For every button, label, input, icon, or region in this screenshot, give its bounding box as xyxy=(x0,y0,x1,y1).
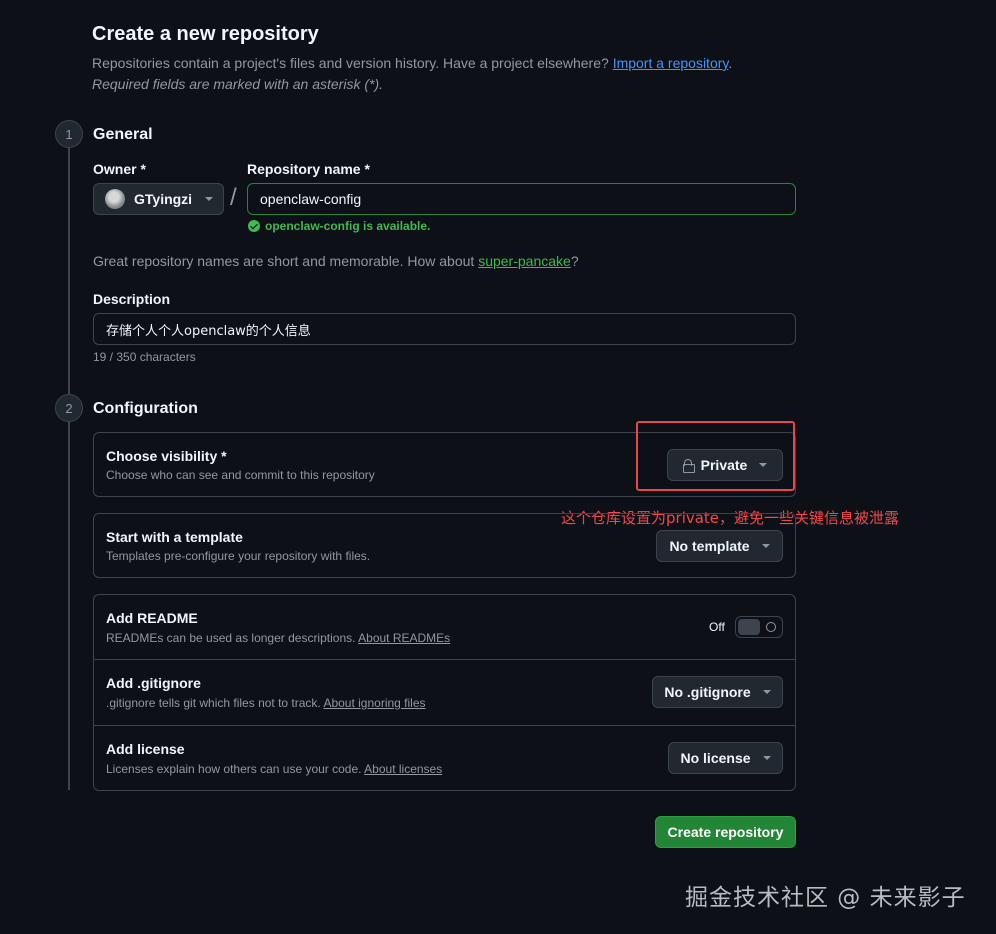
readme-desc-text: READMEs can be used as longer descriptio… xyxy=(106,631,356,645)
license-title: Add license xyxy=(106,741,185,757)
availability-text: openclaw-config is available. xyxy=(265,219,431,233)
readme-title: Add README xyxy=(106,610,198,626)
options-card: Add README READMEs can be used as longer… xyxy=(93,594,796,791)
repo-name-label: Repository name * xyxy=(247,161,370,177)
section-configuration-title: Configuration xyxy=(93,400,198,417)
intro-text: Repositories contain a project's files a… xyxy=(92,53,812,73)
hint-text: Great repository names are short and mem… xyxy=(93,253,475,269)
template-select[interactable]: No template xyxy=(656,530,783,562)
template-value: No template xyxy=(669,538,750,554)
chevron-down-icon xyxy=(762,756,771,760)
license-value: No license xyxy=(680,750,751,766)
template-title: Start with a template xyxy=(106,529,243,545)
license-desc: Licenses explain how others can use your… xyxy=(106,762,442,776)
about-readmes-link[interactable]: About READMEs xyxy=(358,631,450,645)
page-header: Create a new repository Repositories con… xyxy=(92,22,812,94)
hint-end: ? xyxy=(570,253,579,269)
watermark: 掘金技术社区 @ 未来影子 xyxy=(685,885,966,911)
toggle-knob xyxy=(738,619,760,635)
gitignore-desc-text: .gitignore tells git which files not to … xyxy=(106,696,321,710)
readme-toggle[interactable] xyxy=(735,616,783,638)
repo-name-value: openclaw-config xyxy=(260,191,362,207)
description-input[interactable]: 存储个人个人openclaw的个人信息 xyxy=(93,313,796,345)
intro-sentence: Repositories contain a project's files a… xyxy=(92,55,609,71)
visibility-title: Choose visibility * xyxy=(106,448,227,464)
gitignore-desc: .gitignore tells git which files not to … xyxy=(106,696,426,710)
template-card: Start with a template Templates pre-conf… xyxy=(93,513,796,578)
visibility-desc: Choose who can see and commit to this re… xyxy=(106,468,375,482)
owner-value: GTyingzi xyxy=(134,191,193,207)
toggle-off-icon xyxy=(766,622,776,632)
gitignore-select[interactable]: No .gitignore xyxy=(652,676,783,708)
create-repository-button[interactable]: Create repository xyxy=(655,816,796,848)
owner-select[interactable]: GTyingzi xyxy=(93,183,224,215)
suggestion-link[interactable]: super-pancake xyxy=(478,253,571,269)
repo-name-input[interactable]: openclaw-config xyxy=(247,183,796,215)
readme-toggle-label: Off xyxy=(709,620,725,634)
step-rail xyxy=(68,134,70,790)
name-suggestion-hint: Great repository names are short and mem… xyxy=(93,253,579,269)
owner-label: Owner * xyxy=(93,161,146,177)
page-title: Create a new repository xyxy=(92,23,319,45)
description-label: Description xyxy=(93,291,171,307)
readme-desc: READMEs can be used as longer descriptio… xyxy=(106,631,450,645)
required-note: Required fields are marked with an aster… xyxy=(92,76,384,92)
chevron-down-icon xyxy=(762,690,771,694)
license-select[interactable]: No license xyxy=(668,742,783,774)
gitignore-title: Add .gitignore xyxy=(106,675,201,691)
row-divider xyxy=(94,659,795,660)
row-divider xyxy=(94,725,795,726)
step-1-badge: 1 xyxy=(55,120,83,148)
intro-end: . xyxy=(728,55,733,71)
chevron-down-icon xyxy=(761,544,770,548)
check-circle-icon xyxy=(248,220,260,232)
owner-repo-separator: / xyxy=(230,184,237,211)
avatar xyxy=(105,189,125,209)
annotation-highlight-box xyxy=(636,421,795,491)
import-repository-link[interactable]: Import a repository xyxy=(613,55,729,71)
chevron-down-icon xyxy=(205,197,214,201)
gitignore-value: No .gitignore xyxy=(664,684,751,700)
about-licenses-link[interactable]: About licenses xyxy=(364,762,442,776)
license-desc-text: Licenses explain how others can use your… xyxy=(106,762,362,776)
about-ignoring-files-link[interactable]: About ignoring files xyxy=(323,696,425,710)
character-count: 19 / 350 characters xyxy=(93,350,196,364)
availability-message: openclaw-config is available. xyxy=(248,219,430,233)
description-value: 存储个人个人openclaw的个人信息 xyxy=(106,323,311,339)
template-desc: Templates pre-configure your repository … xyxy=(106,549,371,563)
step-2-badge: 2 xyxy=(55,394,83,422)
section-general-title: General xyxy=(93,126,153,143)
